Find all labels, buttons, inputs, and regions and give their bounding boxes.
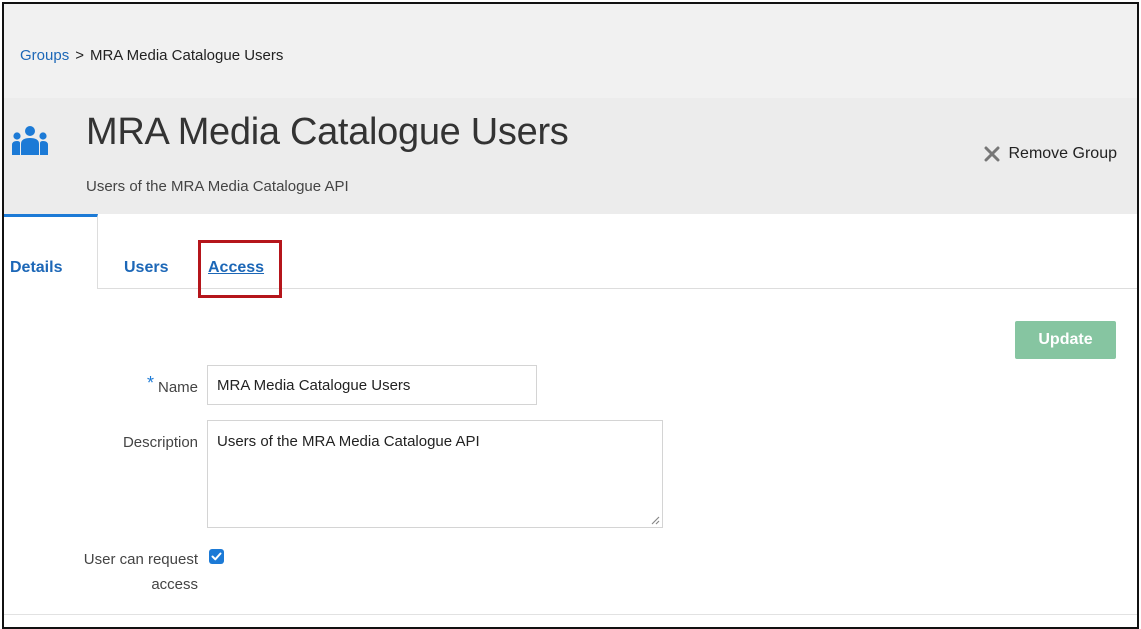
tab-details-label: Details	[10, 259, 63, 276]
tab-details[interactable]: Details	[4, 214, 98, 289]
checkmark-icon	[211, 552, 222, 561]
tab-access-label: Access	[208, 259, 265, 276]
name-label-text: Name	[157, 379, 198, 396]
update-button[interactable]: Update	[1015, 321, 1116, 359]
tab-users-label: Users	[124, 259, 169, 276]
request-access-label-line2: access	[151, 576, 198, 593]
request-access-label-line1: User can request	[83, 551, 198, 568]
breadcrumb-separator: >	[75, 47, 84, 64]
description-textarea[interactable]: Users of the MRA Media Catalogue API	[207, 420, 663, 528]
name-label: * Name	[18, 373, 198, 397]
group-description: Users of the MRA Media Catalogue API	[86, 178, 349, 195]
breadcrumb: Groups > MRA Media Catalogue Users	[4, 4, 1137, 98]
group-icon	[12, 126, 48, 155]
tab-users[interactable]: Users	[98, 214, 188, 288]
tab-access[interactable]: Access	[198, 214, 286, 288]
request-access-checkbox[interactable]	[209, 549, 224, 564]
remove-group-button[interactable]: Remove Group	[984, 145, 1118, 163]
resize-grip-icon[interactable]	[650, 515, 660, 525]
remove-group-label: Remove Group	[1008, 145, 1118, 162]
required-marker: *	[146, 373, 154, 393]
breadcrumb-current: MRA Media Catalogue Users	[89, 47, 284, 64]
window-frame: Groups > MRA Media Catalogue Users MRA Med…	[2, 2, 1139, 629]
page-title: MRA Media Catalogue Users	[86, 111, 569, 153]
breadcrumb-link-groups[interactable]: Groups	[20, 47, 69, 64]
tab-bar: Details Users Access	[4, 214, 1137, 289]
close-icon	[984, 146, 999, 162]
description-label: Description	[122, 434, 198, 451]
breadcrumb-row: Groups > MRA Media Catalogue Users	[20, 47, 283, 64]
bottom-divider	[4, 614, 1137, 615]
request-access-label: User can request access	[18, 547, 198, 597]
name-input[interactable]	[207, 365, 537, 405]
group-header: MRA Media Catalogue Users Users of the M…	[4, 98, 1137, 214]
